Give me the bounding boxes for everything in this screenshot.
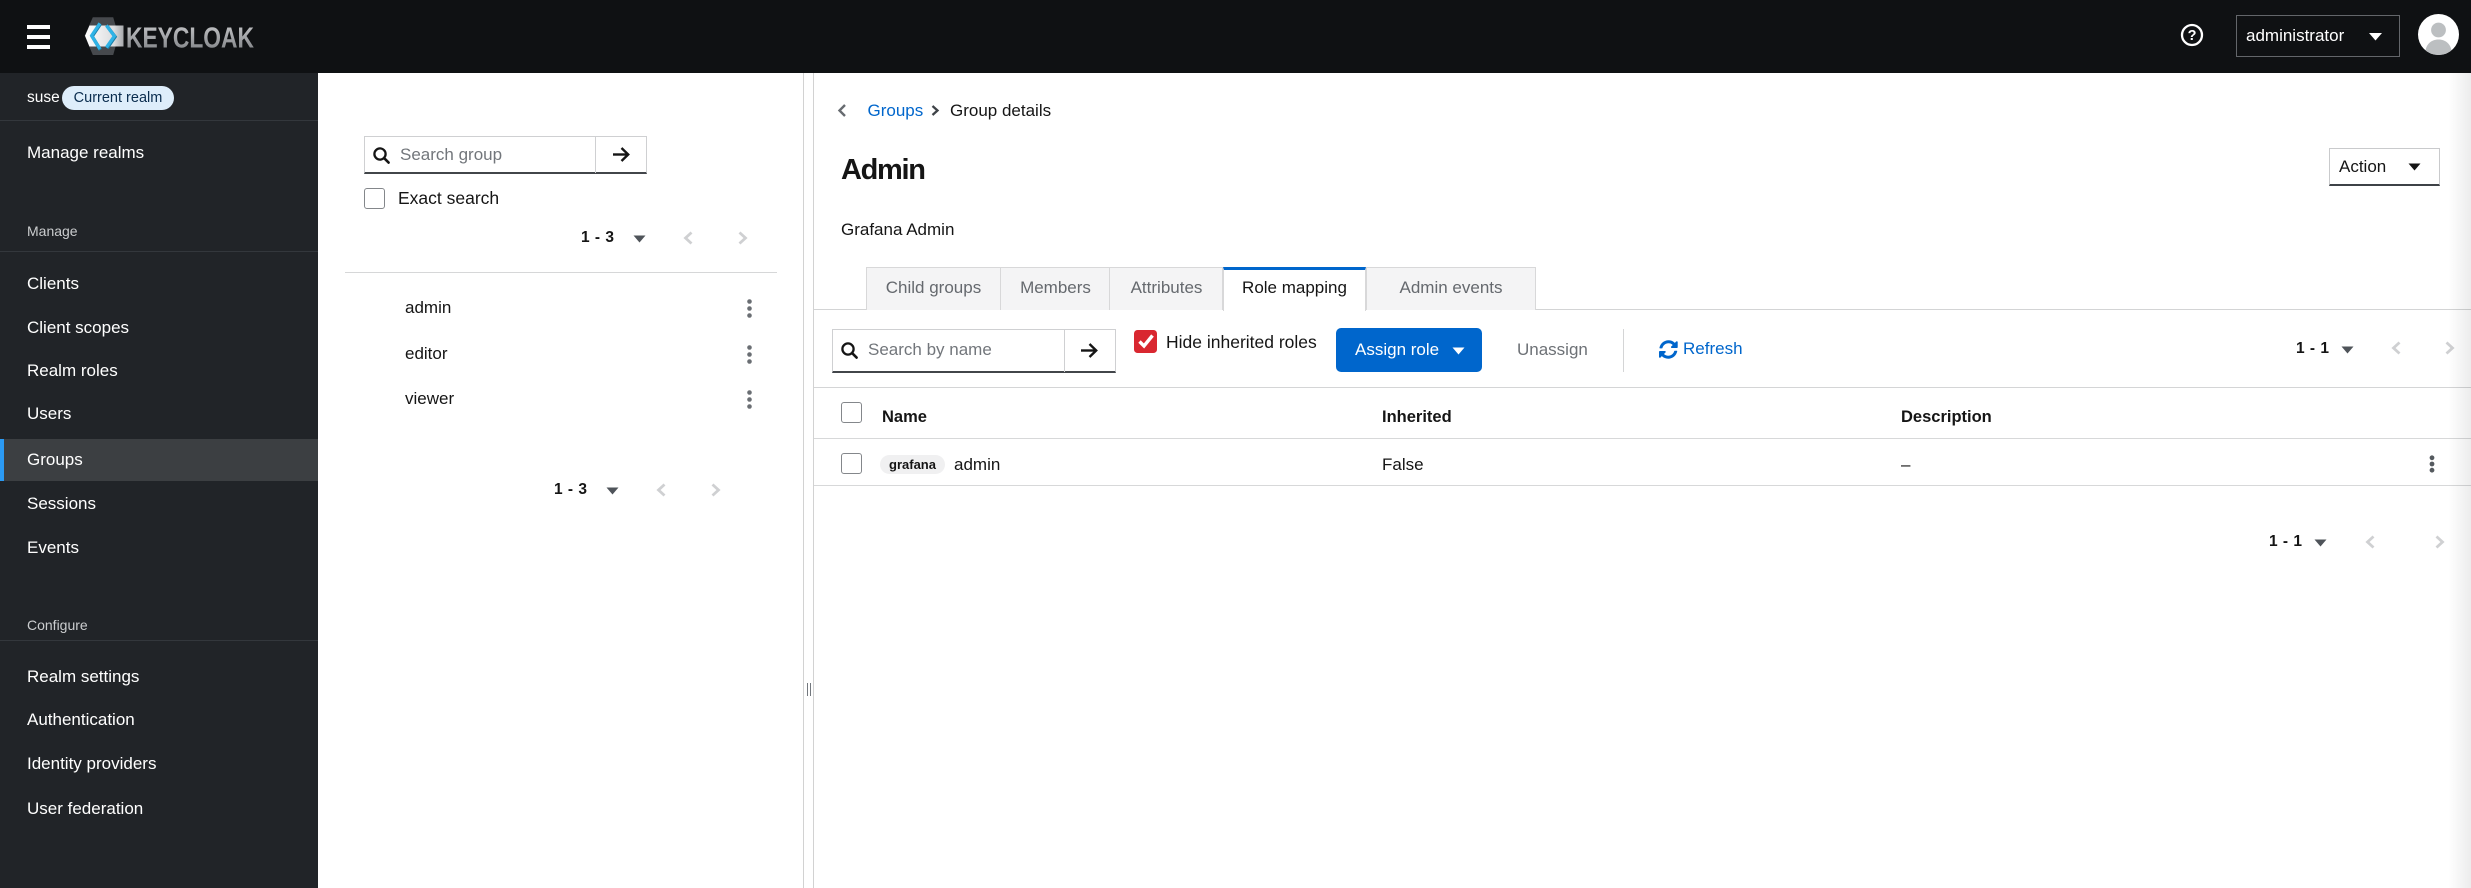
svg-text:?: ?	[2188, 28, 2197, 44]
svg-text:KEYCLOAK: KEYCLOAK	[126, 23, 254, 55]
